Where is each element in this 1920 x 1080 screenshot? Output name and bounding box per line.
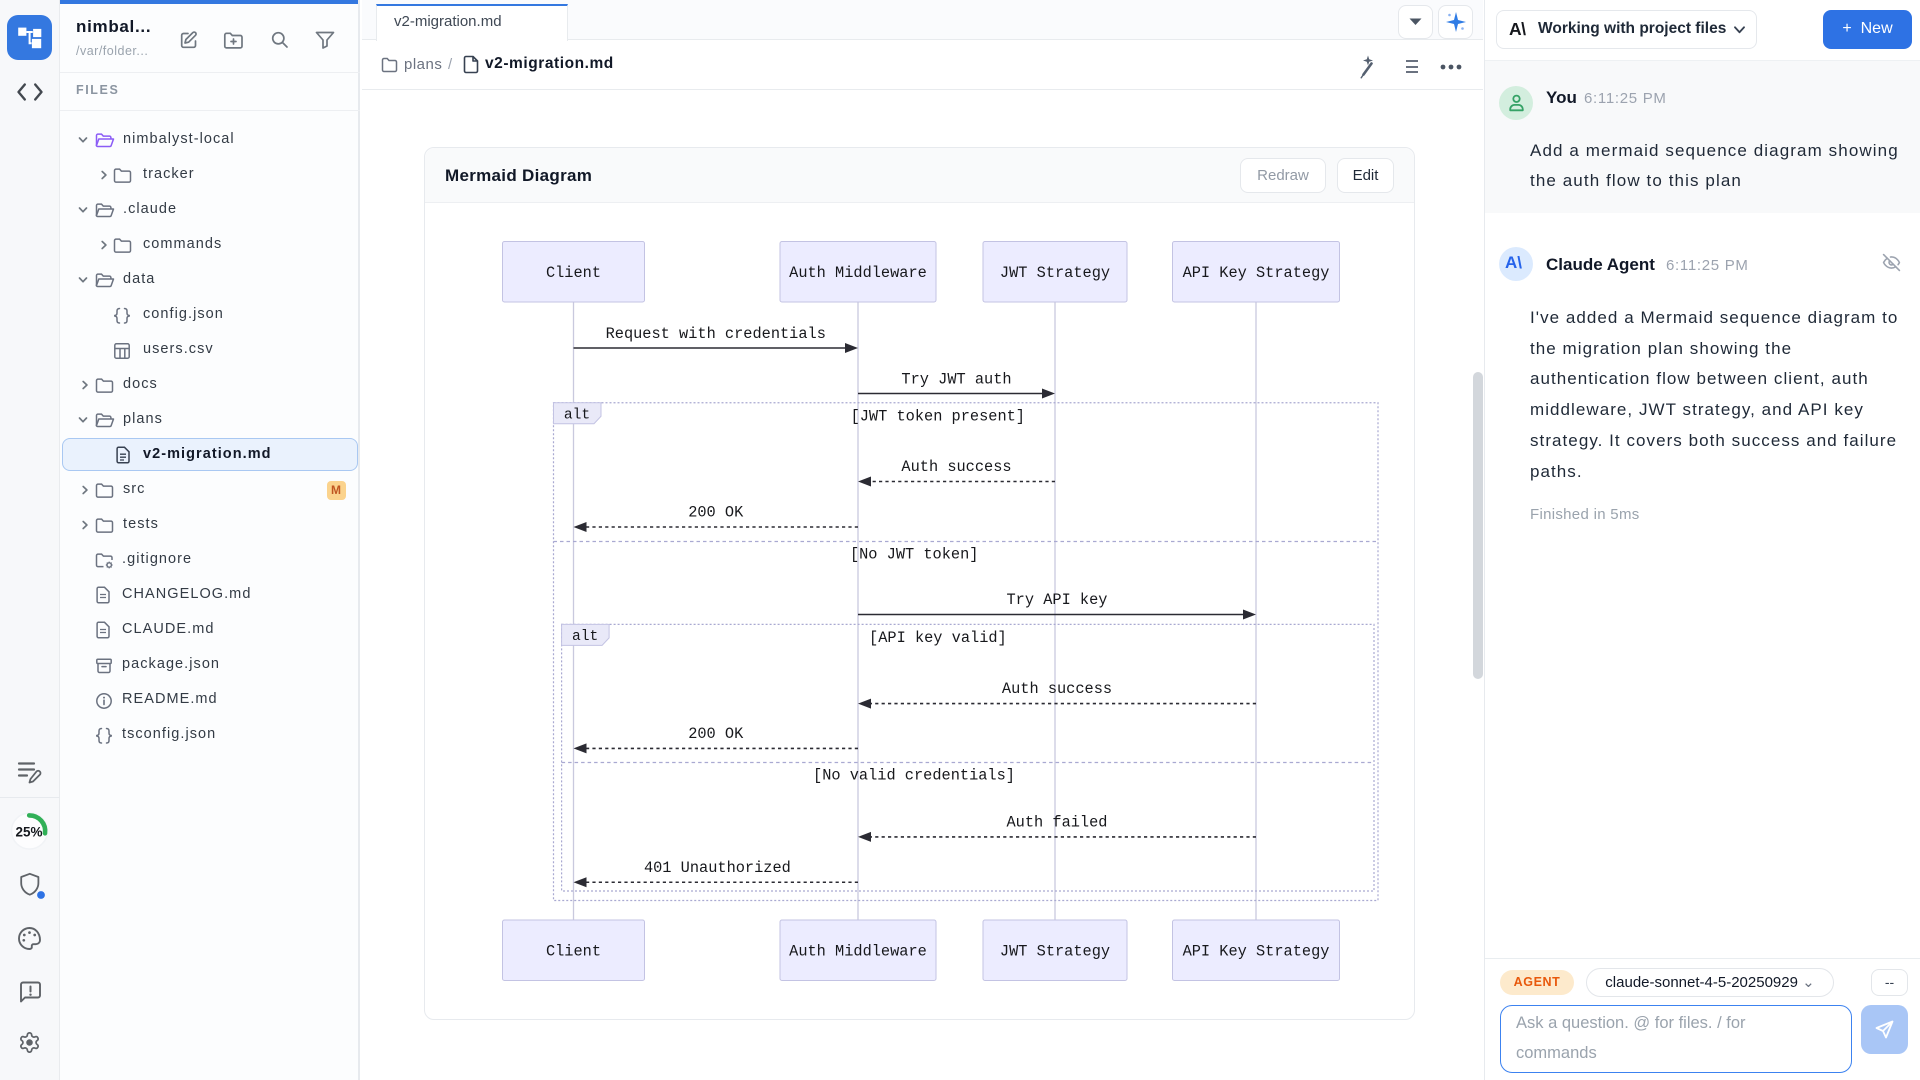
svg-text:[No valid credentials]: [No valid credentials] bbox=[813, 766, 1015, 784]
svg-text:alt: alt bbox=[572, 629, 598, 645]
svg-text:25%: 25% bbox=[15, 825, 42, 840]
svg-text:[JWT token present]: [JWT token present] bbox=[851, 408, 1025, 426]
svg-text:200 OK: 200 OK bbox=[688, 725, 744, 743]
svg-text:Client: Client bbox=[546, 264, 601, 282]
svg-text:[API key valid]: [API key valid] bbox=[869, 629, 1007, 647]
svg-text:Auth success: Auth success bbox=[901, 458, 1011, 476]
svg-text:Request with credentials: Request with credentials bbox=[606, 325, 826, 343]
svg-text:API Key Strategy: API Key Strategy bbox=[1183, 264, 1330, 282]
svg-text:Auth failed: Auth failed bbox=[1007, 814, 1108, 832]
svg-text:Client: Client bbox=[546, 943, 601, 961]
svg-text:Try API key: Try API key bbox=[1007, 591, 1108, 609]
svg-text:200 OK: 200 OK bbox=[688, 504, 744, 522]
svg-text:JWT Strategy: JWT Strategy bbox=[1000, 264, 1110, 282]
svg-text:JWT Strategy: JWT Strategy bbox=[1000, 943, 1110, 961]
svg-text:Auth Middleware: Auth Middleware bbox=[789, 943, 927, 961]
svg-text:[No JWT token]: [No JWT token] bbox=[850, 546, 979, 564]
svg-text:alt: alt bbox=[564, 407, 590, 423]
svg-text:Try JWT auth: Try JWT auth bbox=[901, 371, 1011, 389]
svg-text:Auth Middleware: Auth Middleware bbox=[789, 264, 927, 282]
svg-text:401 Unauthorized: 401 Unauthorized bbox=[644, 859, 791, 877]
svg-text:API Key Strategy: API Key Strategy bbox=[1183, 943, 1330, 961]
svg-text:Auth success: Auth success bbox=[1002, 680, 1112, 698]
